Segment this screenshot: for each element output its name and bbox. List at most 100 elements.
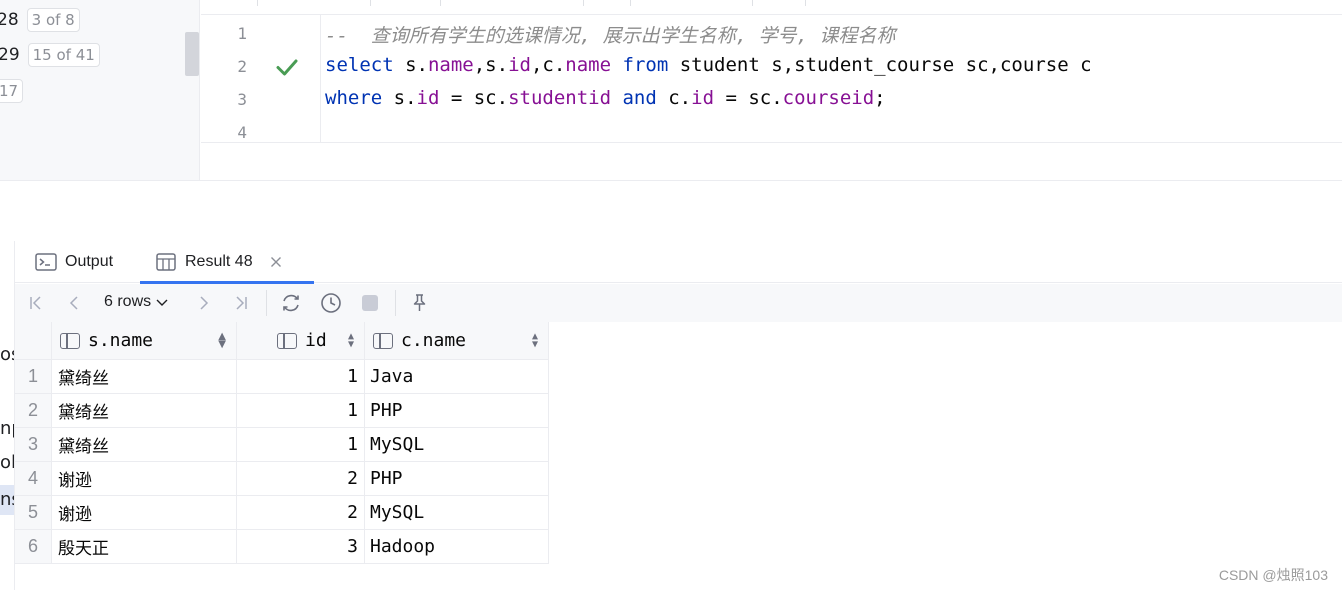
cell-c-name[interactable]: Hadoop [365, 530, 549, 564]
sidebar-item[interactable]: 28 3 of 8 [0, 8, 80, 32]
sidebar-item-badge: 15 of 41 [27, 43, 100, 67]
code-token: studentid [508, 87, 612, 109]
cell-c-name[interactable]: Java [365, 360, 549, 394]
table-row[interactable]: 5 谢逊 2 MySQL [15, 496, 549, 530]
cell-c-name[interactable]: PHP [365, 462, 549, 496]
last-page-icon[interactable] [230, 292, 252, 314]
checkmark-icon [276, 59, 298, 76]
pin-icon[interactable] [408, 292, 430, 314]
cell-s-name[interactable]: 谢逊 [52, 496, 237, 530]
history-icon[interactable] [320, 292, 342, 314]
row-index: 5 [15, 496, 52, 530]
sort-icon[interactable]: ▲ ▼ [532, 331, 538, 349]
close-icon[interactable] [270, 256, 282, 268]
cell-c-name[interactable]: MySQL [365, 428, 549, 462]
tool-window-label[interactable]: np [0, 418, 14, 439]
code-token: select [325, 54, 394, 76]
line-number: 1 [237, 24, 247, 43]
sidebar-item-badge: 17 [0, 79, 24, 103]
sidebar-item-number: 28 [0, 10, 19, 30]
code-token: s. [393, 54, 428, 76]
toolbar-separator [266, 290, 267, 316]
row-index: 1 [15, 360, 52, 394]
cell-s-name[interactable]: 黛绮丝 [52, 394, 237, 428]
line-number: 2 [237, 57, 247, 76]
table-row[interactable]: 1 黛绮丝 1 Java [15, 360, 549, 394]
code-token: id [691, 87, 715, 109]
column-icon [373, 332, 393, 349]
panel-divider [0, 180, 1342, 181]
cell-s-name[interactable]: 黛绮丝 [52, 428, 237, 462]
row-index: 2 [15, 394, 52, 428]
sort-icon[interactable]: ▲ ▼ [218, 331, 226, 349]
row-index: 6 [15, 530, 52, 564]
row-index: 3 [15, 428, 52, 462]
table-row[interactable]: 6 殷天正 3 Hadoop [15, 530, 549, 564]
table-row[interactable]: 2 黛绮丝 1 PHP [15, 394, 549, 428]
column-header[interactable]: s.name ▲ ▼ [52, 322, 237, 360]
cell-id[interactable]: 3 [237, 530, 365, 564]
cell-s-name[interactable]: 黛绮丝 [52, 360, 237, 394]
column-header[interactable]: id ▲ ▼ [237, 322, 365, 360]
rows-count-label: 6 rows [104, 293, 152, 310]
stop-icon[interactable] [359, 292, 381, 314]
table-row[interactable]: 3 黛绮丝 1 MySQL [15, 428, 549, 462]
code-token: -- 查询所有学生的选课情况, 展示出学生名称, 学号, 课程名称 [325, 25, 896, 47]
cell-id[interactable]: 1 [237, 360, 365, 394]
tool-window-label-selected[interactable]: ns [0, 485, 14, 515]
sidebar-item[interactable]: 29 15 of 41 [0, 43, 100, 67]
top-toolbar-edge [0, 0, 1342, 6]
column-header-label: id [305, 330, 327, 351]
editor-gutter: 1 2 3 4 [201, 15, 321, 143]
sort-icon[interactable]: ▲ ▼ [348, 331, 354, 349]
line-number: 4 [237, 123, 247, 142]
sidebar-scrollbar[interactable] [185, 32, 199, 76]
sidebar-panel: 28 3 of 8 29 15 of 41 17 [0, 0, 200, 180]
chevron-down-icon [156, 299, 168, 306]
code-token: courseid [782, 87, 875, 109]
refresh-icon[interactable] [280, 292, 302, 314]
code-token: name [565, 54, 612, 76]
cell-s-name[interactable]: 殷天正 [52, 530, 237, 564]
sidebar-item-badge: 3 of 8 [26, 8, 80, 32]
code-token: ,s. [473, 54, 509, 76]
tab-label: Output [65, 253, 114, 270]
column-header-label: s.name [88, 330, 154, 351]
column-header[interactable]: c.name ▲ ▼ [365, 322, 549, 360]
tab-output[interactable]: Output [35, 241, 113, 283]
sql-editor[interactable]: 1 2 3 4 -- 查询所有学生的选课情况, 展示出学生名称, 学号, 课程名… [201, 14, 1342, 143]
tool-window-label[interactable]: ole [0, 452, 14, 473]
sidebar-item[interactable]: 17 [0, 79, 24, 103]
column-icon [277, 332, 297, 349]
code-token: = sc. [439, 87, 509, 109]
cell-c-name[interactable]: PHP [365, 394, 549, 428]
column-header-label: c.name [401, 330, 467, 351]
grid-header: s.name ▲ ▼ id ▲ ▼ c.name ▲ ▼ [15, 322, 549, 360]
table-row[interactable]: 4 谢逊 2 PHP [15, 462, 549, 496]
cell-id[interactable]: 1 [237, 428, 365, 462]
cell-s-name[interactable]: 谢逊 [52, 462, 237, 496]
watermark: CSDN @烛照103 [1218, 567, 1328, 583]
sidebar-item-number: 29 [0, 45, 20, 65]
next-page-icon[interactable] [193, 292, 215, 314]
cell-id[interactable]: 1 [237, 394, 365, 428]
console-icon [35, 253, 57, 271]
code-token: c. [656, 87, 692, 109]
tool-window-label[interactable]: os [0, 344, 14, 365]
column-icon [60, 332, 80, 349]
code-token: name [427, 54, 474, 76]
code-token: ; [874, 87, 886, 109]
code-line: -- 查询所有学生的选课情况, 展示出学生名称, 学号, 课程名称 [325, 21, 895, 48]
first-page-icon[interactable] [25, 292, 47, 314]
cell-id[interactable]: 2 [237, 462, 365, 496]
code-token: = sc. [714, 87, 783, 109]
toolbar-separator [395, 290, 396, 316]
tab-result[interactable]: Result 48 [140, 241, 314, 284]
code-line: select s.name,s.id,c.name from student s… [325, 54, 1092, 76]
cell-c-name[interactable]: MySQL [365, 496, 549, 530]
tab-label: Result 48 [185, 253, 253, 270]
cell-id[interactable]: 2 [237, 496, 365, 530]
rows-count-dropdown[interactable]: 6 rows [104, 293, 169, 311]
prev-page-icon[interactable] [63, 292, 85, 314]
